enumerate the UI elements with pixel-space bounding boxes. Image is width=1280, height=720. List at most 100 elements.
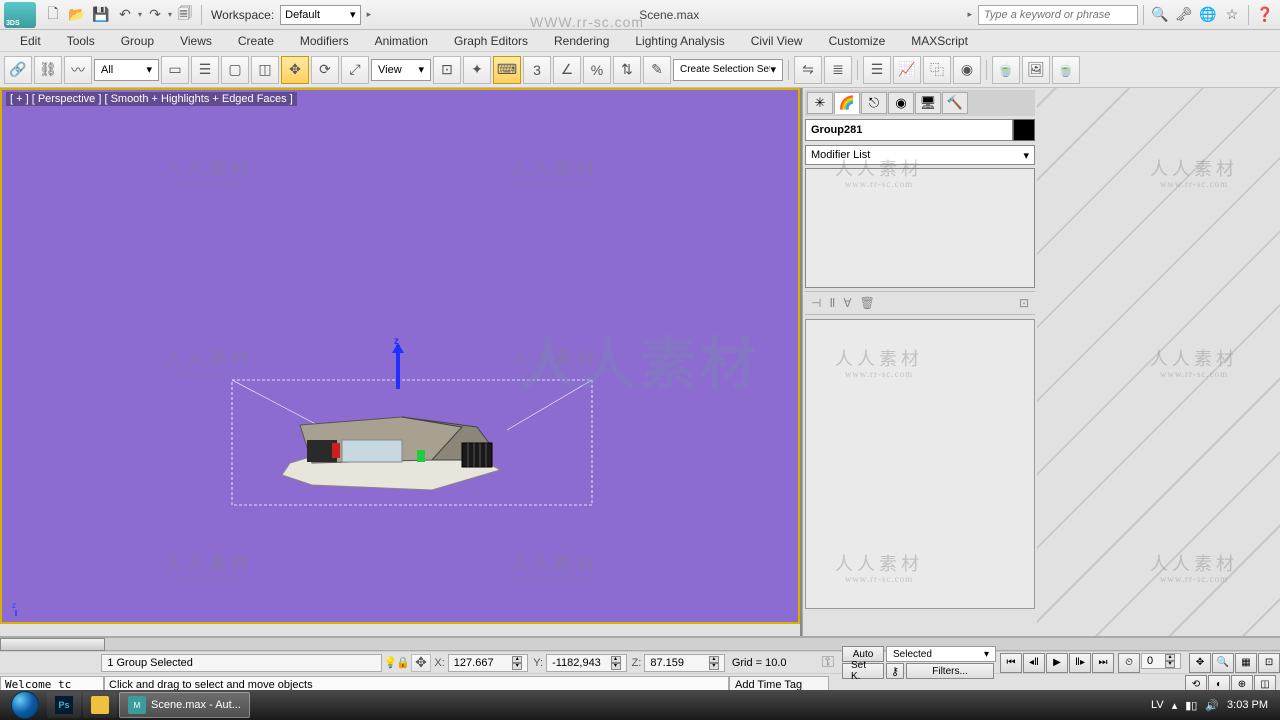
open-icon[interactable]: 📂 <box>66 4 88 26</box>
percent-snap-icon[interactable]: % <box>583 56 611 84</box>
key-mode-icon[interactable]: ⚿ <box>822 654 834 672</box>
align-icon[interactable]: ≣ <box>824 56 852 84</box>
mirror-icon[interactable]: ⇋ <box>794 56 822 84</box>
redo-icon[interactable]: ↷ <box>144 4 166 26</box>
schematic-view-icon[interactable]: ⿻ <box>923 56 951 84</box>
save-icon[interactable]: 💾 <box>90 4 112 26</box>
menu-views[interactable]: Views <box>168 32 224 50</box>
pin-stack-icon[interactable]: ⊣ <box>811 296 821 310</box>
taskbar-photoshop[interactable]: Ps <box>47 692 81 718</box>
select-scale-icon[interactable]: ⤢ <box>341 56 369 84</box>
select-object-icon[interactable]: ▭ <box>161 56 189 84</box>
create-tab-icon[interactable]: ✳ <box>807 92 833 114</box>
globe-icon[interactable]: 🌐 <box>1197 4 1219 26</box>
time-config-icon[interactable]: ⏲ <box>1118 653 1140 673</box>
named-selection-sets[interactable]: Create Selection Set▾ <box>673 59 783 81</box>
menu-civil-view[interactable]: Civil View <box>739 32 815 50</box>
tray-chevron-icon[interactable]: ▴ <box>1172 699 1178 712</box>
manipulate-icon[interactable]: ✦ <box>463 56 491 84</box>
snap-toggle-icon[interactable]: 3 <box>523 56 551 84</box>
display-tab-icon[interactable]: 🖥 <box>915 92 941 114</box>
edit-named-sel-icon[interactable]: ✎ <box>643 56 671 84</box>
tool-icon[interactable]: 🗝 <box>1173 4 1195 26</box>
menu-group[interactable]: Group <box>109 32 166 50</box>
keyboard-shortcut-icon[interactable]: ⌨ <box>493 56 521 84</box>
taskbar-explorer[interactable] <box>83 692 117 718</box>
select-by-name-icon[interactable]: ☰ <box>191 56 219 84</box>
project-icon[interactable]: 🗐 <box>174 4 196 26</box>
next-frame-icon[interactable]: Ⅱ▸ <box>1069 653 1091 673</box>
nav-zoom-icon[interactable]: 🔍 <box>1212 653 1234 673</box>
unlink-icon[interactable]: ⛓ <box>34 56 62 84</box>
spinner-snap-icon[interactable]: ⇅ <box>613 56 641 84</box>
curve-editor-icon[interactable]: 📈 <box>893 56 921 84</box>
perspective-viewport[interactable]: [ + ] [ Perspective ] [ Smooth + Highlig… <box>0 88 800 624</box>
render-production-icon[interactable]: 🍵 <box>1052 56 1080 84</box>
binoculars-icon[interactable]: 🔍 <box>1149 4 1171 26</box>
house-model[interactable] <box>282 405 502 490</box>
modifier-list-dropdown[interactable]: Modifier List▾ <box>805 145 1035 165</box>
menu-lighting-analysis[interactable]: Lighting Analysis <box>623 32 736 50</box>
menu-maxscript[interactable]: MAXScript <box>899 32 980 50</box>
selection-filter[interactable]: All▾ <box>94 59 159 81</box>
tray-volume-icon[interactable]: 🔊 <box>1205 699 1219 712</box>
menu-animation[interactable]: Animation <box>363 32 440 50</box>
modify-tab-icon[interactable]: 🌈 <box>834 92 860 114</box>
use-center-icon[interactable]: ⊡ <box>433 56 461 84</box>
goto-start-icon[interactable]: ⏮ <box>1000 653 1022 673</box>
select-rotate-icon[interactable]: ⟳ <box>311 56 339 84</box>
layers-icon[interactable]: ☰ <box>863 56 891 84</box>
material-editor-icon[interactable]: ◉ <box>953 56 981 84</box>
object-name-field[interactable]: Group281 <box>805 119 1013 141</box>
time-slider-handle[interactable] <box>0 638 105 651</box>
modifier-stack[interactable] <box>805 168 1035 288</box>
render-setup-icon[interactable]: 🍵 <box>992 56 1020 84</box>
lock-icon[interactable]: 💡 <box>384 656 396 669</box>
show-end-result-icon[interactable]: Ⅱ <box>829 296 835 310</box>
x-coord-field[interactable]: 127.667▴▾ <box>448 654 528 672</box>
app-icon[interactable]: 3DS <box>4 2 36 28</box>
viewport-label[interactable]: [ + ] [ Perspective ] [ Smooth + Highlig… <box>6 92 297 106</box>
workspace-selector[interactable]: Default▾ <box>280 5 360 25</box>
move-gizmo-z-axis[interactable] <box>396 345 400 389</box>
rollout-area[interactable] <box>805 319 1035 609</box>
help-icon[interactable]: ❓ <box>1254 4 1276 26</box>
goto-end-icon[interactable]: ⏭ <box>1092 653 1114 673</box>
window-crossing-icon[interactable]: ◫ <box>251 56 279 84</box>
menu-customize[interactable]: Customize <box>817 32 898 50</box>
help-search-input[interactable] <box>978 5 1138 25</box>
tray-clock[interactable]: 3:03 PM <box>1227 699 1268 711</box>
select-move-icon[interactable]: ✥ <box>281 56 309 84</box>
set-key-button[interactable]: Set K. <box>842 663 884 679</box>
time-slider-track[interactable] <box>0 636 1280 651</box>
key-filters-button[interactable]: Filters... <box>906 663 994 679</box>
menu-rendering[interactable]: Rendering <box>542 32 621 50</box>
tray-lang[interactable]: LV <box>1151 699 1164 711</box>
tray-network-icon[interactable]: ▮▯ <box>1185 699 1197 712</box>
motion-tab-icon[interactable]: ◉ <box>888 92 914 114</box>
remove-modifier-icon[interactable]: 🗑 <box>860 296 875 310</box>
rendered-frame-icon[interactable]: 🖼 <box>1022 56 1050 84</box>
angle-snap-icon[interactable]: ∠ <box>553 56 581 84</box>
undo-icon[interactable]: ↶ <box>114 4 136 26</box>
menu-modifiers[interactable]: Modifiers <box>288 32 361 50</box>
z-coord-field[interactable]: 87.159▴▾ <box>644 654 724 672</box>
utilities-tab-icon[interactable]: 🔨 <box>942 92 968 114</box>
menu-create[interactable]: Create <box>226 32 286 50</box>
play-icon[interactable]: ▶ <box>1046 653 1068 673</box>
menu-edit[interactable]: Edit <box>8 32 53 50</box>
prev-frame-icon[interactable]: ◂Ⅱ <box>1023 653 1045 673</box>
current-frame-field[interactable]: 0▴▾ <box>1141 653 1181 669</box>
new-icon[interactable]: 🗋 <box>42 4 64 26</box>
object-color-swatch[interactable] <box>1013 119 1035 141</box>
key-hotkey-icon[interactable]: ⚷ <box>886 663 904 679</box>
menu-tools[interactable]: Tools <box>55 32 107 50</box>
configure-sets-icon[interactable]: ⊡ <box>1019 296 1029 310</box>
key-filters-selected[interactable]: Selected▾ <box>886 646 996 662</box>
transform-type-in-icon[interactable]: ✥ <box>411 654 432 672</box>
menu-graph-editors[interactable]: Graph Editors <box>442 32 540 50</box>
selection-lock-icon[interactable]: 🔒 <box>396 656 411 669</box>
start-button[interactable] <box>4 690 46 720</box>
link-icon[interactable]: 🔗 <box>4 56 32 84</box>
y-coord-field[interactable]: -1182,943▴▾ <box>546 654 626 672</box>
